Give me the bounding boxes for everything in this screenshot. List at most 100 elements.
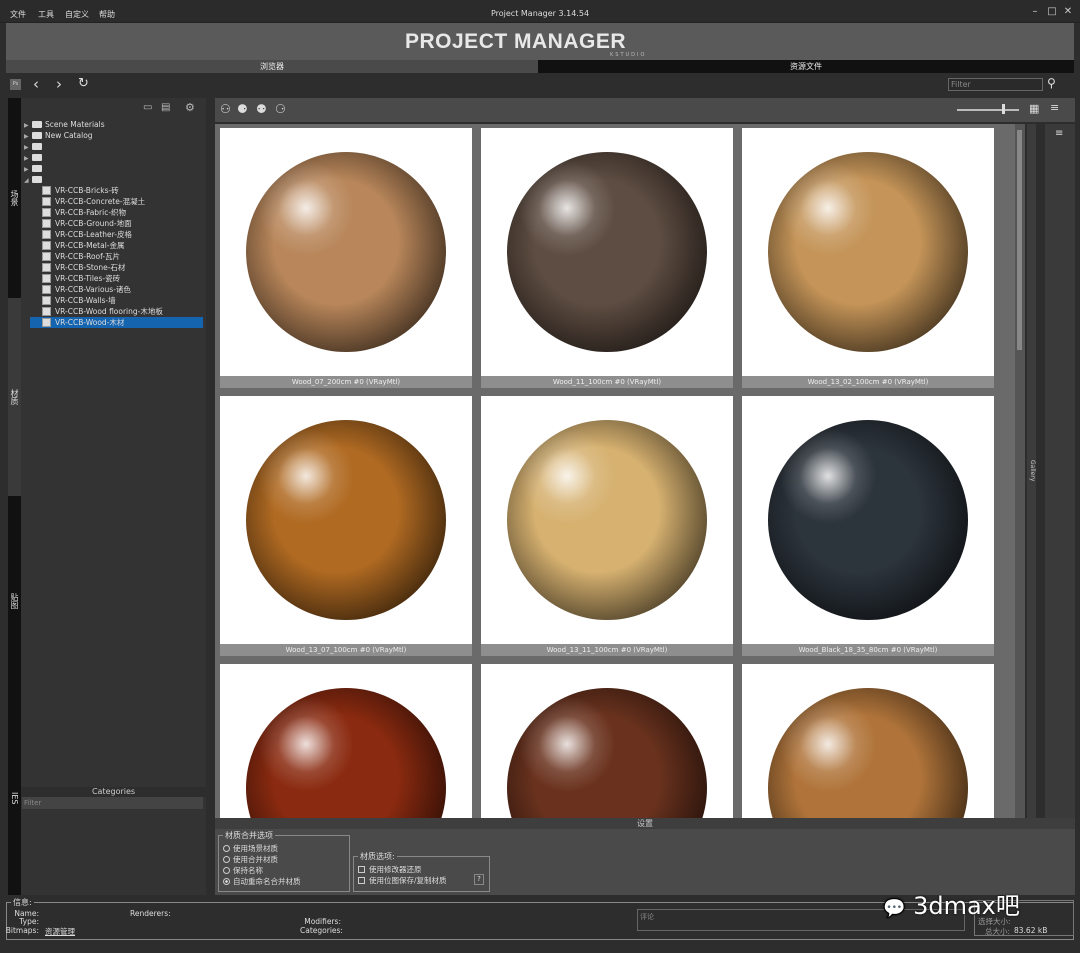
close-button[interactable]: ✕ (1063, 7, 1073, 17)
tree-item-material-library[interactable]: VR-CCB-Wood-木材 (30, 317, 203, 328)
material-card[interactable]: Wood_11_100cm #0 (VRayMtl) (481, 128, 733, 388)
use-bitmap-copy-checkbox[interactable]: 使用位图保存/复制材质 (358, 875, 485, 886)
renderers-label: Renderers: (130, 909, 171, 918)
categories-header[interactable]: Categories (21, 787, 206, 797)
tree-item-material-library[interactable]: VR-CCB-Concrete-混凝土 (30, 196, 203, 207)
side-tab-materials[interactable]: 材质 (8, 298, 21, 496)
browser-toolbar: ⚇ ⚈ ⚉ ⚆ ▦ ≡ (215, 98, 1075, 122)
help-button[interactable]: ? (474, 874, 484, 885)
merge-option-radio[interactable]: 自动重命名合并材质 (223, 876, 345, 887)
menu-icon[interactable]: ≡ (1055, 128, 1063, 139)
material-preview (507, 152, 707, 352)
tree-item-material-library[interactable]: VR-CCB-Various-诸色 (30, 284, 203, 295)
merge-icon[interactable]: ⚉ (256, 102, 267, 116)
load-material-icon[interactable]: ⚇ (220, 102, 231, 116)
minimize-button[interactable]: – (1030, 7, 1040, 17)
maximize-button[interactable]: □ (1047, 7, 1057, 17)
categories-filter-input[interactable]: Filter (22, 797, 203, 809)
navigation-toolbar: Ps ‹ › ↻ (0, 74, 1080, 96)
tree-item-material-library[interactable]: VR-CCB-Metal-金属 (30, 240, 203, 251)
library-icon (42, 197, 51, 206)
thumbnail-size-slider[interactable] (957, 109, 1019, 111)
tree-item-material-library[interactable]: VR-CCB-Tiles-瓷砖 (30, 273, 203, 284)
material-card[interactable]: Wood_13_11_100cm #0 (VRayMtl) (481, 396, 733, 656)
gear-icon[interactable]: ⚙ (185, 101, 195, 114)
tree-item-scene-materials[interactable]: ▶ Scene Materials (24, 119, 105, 130)
material-card[interactable]: Wood_13_07_100cm #0 (VRayMtl) (220, 396, 472, 656)
tab-resource-files[interactable]: 资源文件 (538, 60, 1074, 73)
material-preview (507, 688, 707, 818)
tree-item-material-library[interactable]: VR-CCB-Ground-地面 (30, 218, 203, 229)
ps-icon[interactable]: Ps (10, 79, 21, 90)
folder-icon (32, 132, 42, 139)
tree-item-material-library[interactable]: VR-CCB-Fabric-织物 (30, 207, 203, 218)
assign-material-icon[interactable]: ⚈ (237, 102, 248, 116)
side-tab-ies[interactable]: IES (8, 778, 21, 818)
window-title: Project Manager 3.14.54 (490, 9, 590, 18)
layout-icon[interactable]: ▤ (161, 102, 170, 113)
title-bar: 文件 工具 自定义 帮助 Project Manager 3.14.54 – □… (0, 0, 1080, 23)
material-options-title: 材质选项: (360, 852, 395, 861)
side-tab-maps[interactable]: 贴图 (8, 496, 21, 706)
material-preview (246, 688, 446, 818)
tree-item-new-catalog[interactable]: ▶ New Catalog (24, 130, 93, 141)
library-icon (42, 285, 51, 294)
material-name: Wood_13_02_100cm #0 (VRayMtl) (742, 376, 994, 388)
wechat-icon: 💬 (883, 898, 906, 919)
right-panel: ≡ (1045, 124, 1075, 895)
material-card[interactable]: Wood_Black_18_35_80cm #0 (VRayMtl) (742, 396, 994, 656)
settings-header[interactable]: 设置 (215, 818, 1075, 829)
bitmaps-link[interactable]: 资源管理 (45, 926, 75, 937)
merge-option-radio[interactable]: 保持名称 (223, 865, 345, 876)
sort-icon[interactable]: ≡ (1050, 101, 1059, 114)
tree-item-material-library[interactable]: VR-CCB-Leather-皮格 (30, 229, 203, 240)
material-card[interactable] (742, 664, 994, 818)
watermark: 💬 3dmax吧 (883, 892, 1020, 920)
tree-item-material-library[interactable]: VR-CCB-Stone-石材 (30, 262, 203, 273)
tree-item-material-library[interactable]: VR-CCB-Wood flooring-木地板 (30, 306, 203, 317)
tree-item-material-library[interactable]: VR-CCB-Walls-墙 (30, 295, 203, 306)
back-icon[interactable]: ‹ (33, 75, 39, 93)
tree-item-expanded[interactable]: ◢ (24, 174, 45, 185)
refresh-icon[interactable]: ↻ (78, 76, 89, 91)
library-icon (42, 318, 51, 327)
tree-item-material-library[interactable]: VR-CCB-Roof-瓦片 (30, 251, 203, 262)
tree-item-material-library[interactable]: VR-CCB-Bricks-砖 (30, 185, 203, 196)
tree-item[interactable]: ▶ (24, 141, 45, 152)
material-preview (507, 420, 707, 620)
material-preview (768, 152, 968, 352)
library-icon (42, 274, 51, 283)
forward-icon[interactable]: › (56, 75, 62, 93)
material-name: Wood_Black_18_35_80cm #0 (VRayMtl) (742, 644, 994, 656)
merge-option-radio[interactable]: 使用场景材质 (223, 843, 345, 854)
search-icon[interactable]: ⚲ (1047, 76, 1056, 90)
gallery-tab[interactable]: Gallery (1027, 124, 1036, 818)
material-card[interactable]: Wood_07_200cm #0 (VRayMtl) (220, 128, 472, 388)
library-icon (42, 263, 51, 272)
use-modifier-restore-checkbox[interactable]: 使用修改器还原 (358, 864, 485, 875)
material-name: Wood_11_100cm #0 (VRayMtl) (481, 376, 733, 388)
library-icon (42, 219, 51, 228)
tree-item[interactable]: ▶ (24, 152, 45, 163)
logo-sub: KSTUDIO (610, 52, 647, 58)
material-grid: Wood_07_200cm #0 (VRayMtl) Wood_11_100cm … (215, 124, 1015, 818)
library-icon (42, 241, 51, 250)
library-icon (42, 252, 51, 261)
tab-browser[interactable]: 浏览器 (6, 60, 538, 73)
grid-view-icon[interactable]: ▦ (1029, 102, 1039, 115)
side-tab-strip: 场景 材质 贴图 IES (8, 98, 21, 895)
filter-input[interactable]: Filter (948, 78, 1043, 91)
merge-options-title: 材质合并选项 (225, 831, 273, 840)
slider-handle[interactable] (1002, 104, 1005, 114)
scrollbar-thumb[interactable] (1017, 130, 1022, 350)
material-card[interactable]: Wood_13_02_100cm #0 (VRayMtl) (742, 128, 994, 388)
side-tab-scene[interactable]: 场景 (8, 98, 21, 298)
replace-icon[interactable]: ⚆ (275, 102, 286, 116)
merge-option-radio[interactable]: 使用合并材质 (223, 854, 345, 865)
tree-item[interactable]: ▶ (24, 163, 45, 174)
material-card[interactable] (481, 664, 733, 818)
folder-icon (32, 154, 42, 161)
material-name: Wood_13_07_100cm #0 (VRayMtl) (220, 644, 472, 656)
material-card[interactable] (220, 664, 472, 818)
window-icon[interactable]: ▭ (143, 102, 152, 113)
